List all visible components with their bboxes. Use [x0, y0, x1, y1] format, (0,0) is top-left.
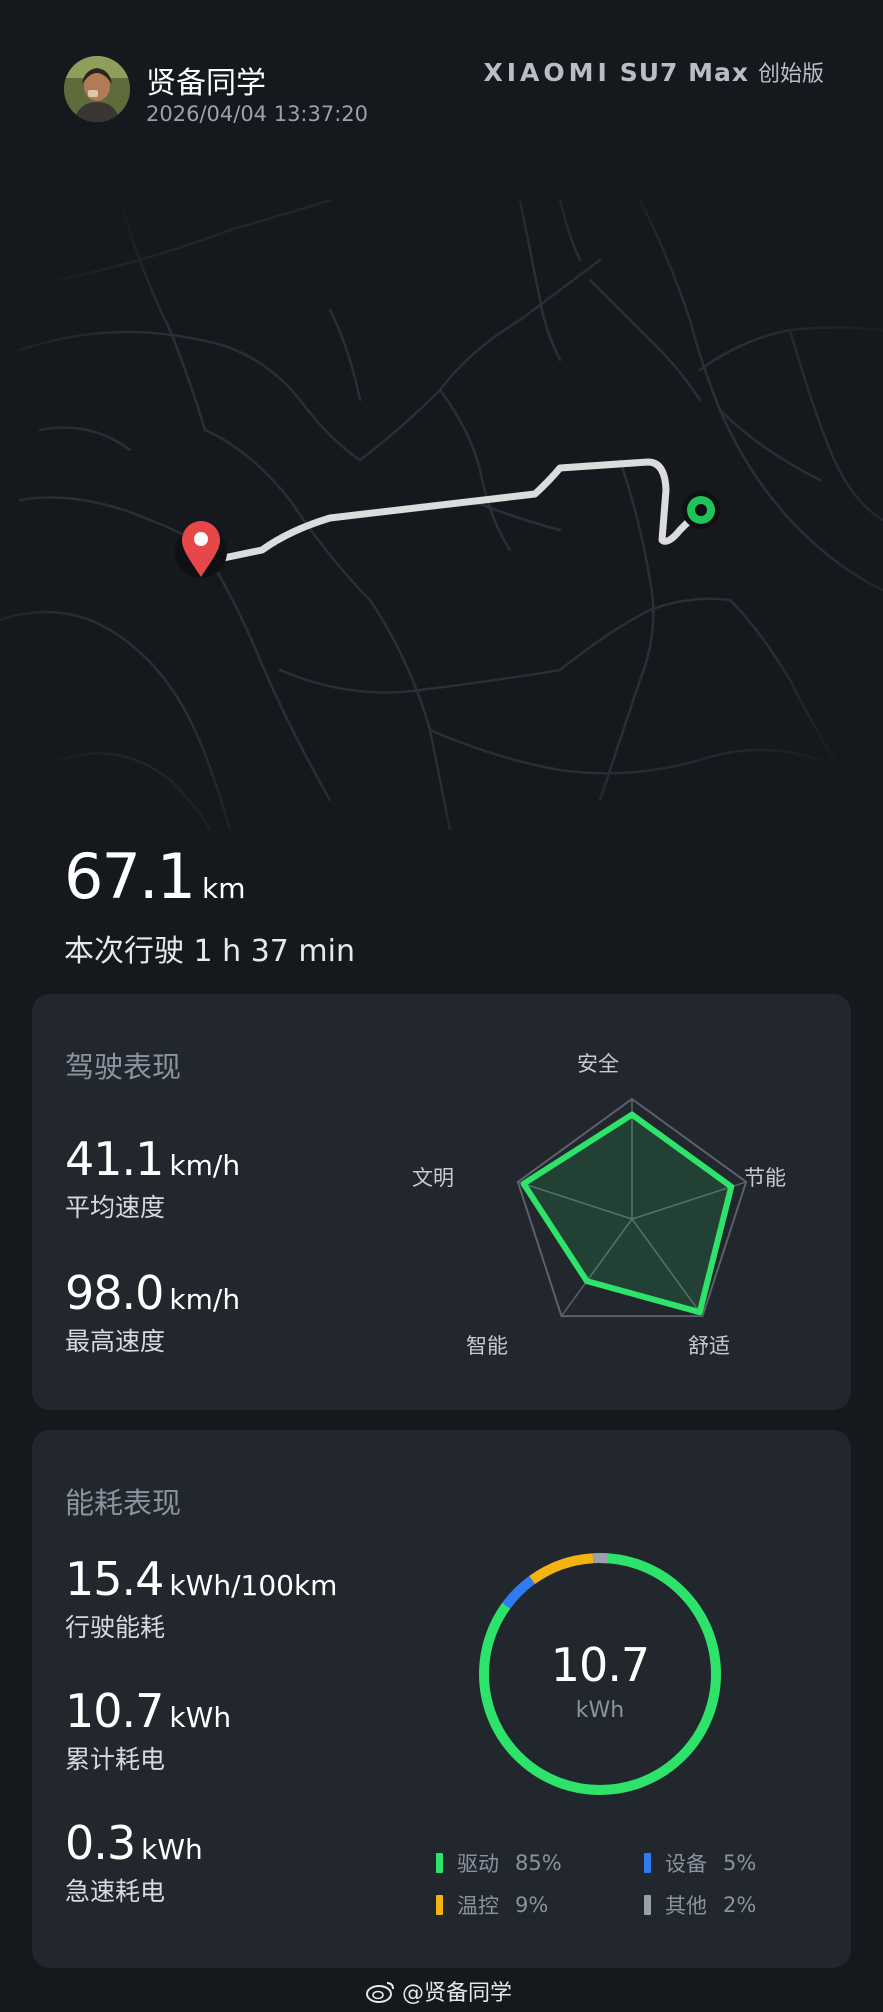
legend-label-drive: 驱动 — [457, 1852, 499, 1876]
user-name: 贤备同学 — [146, 66, 266, 101]
legend-item-climate: 温控 9% — [436, 1890, 548, 1920]
radar-label-safety: 安全 — [577, 1052, 619, 1076]
total-energy-value: 10.7 — [65, 1684, 164, 1738]
start-marker-icon[interactable] — [682, 491, 720, 529]
avg-speed-unit: km/h — [169, 1149, 241, 1182]
radar-label-smart: 智能 — [466, 1334, 508, 1358]
energy-performance-card[interactable]: 能耗表现 15.4 kWh/100km 行驶能耗 10.7 kWh 累计耗电 0.3… — [32, 1430, 851, 1968]
legend-item-drive: 驱动 85% — [436, 1848, 562, 1878]
consumption-label: 行驶能耗 — [65, 1613, 166, 1642]
total-energy-stat: 10.7 kWh 累计耗电 — [65, 1684, 231, 1776]
donut-center-unit: kWh — [575, 1698, 625, 1723]
radar-score-polygon — [520, 1111, 735, 1316]
distance-value: 67.1 — [64, 840, 196, 913]
legend-pct-climate: 9% — [515, 1893, 549, 1917]
brand-logo: XIAOMI — [483, 58, 611, 87]
driving-performance-card[interactable]: 驾驶表现 41.1 km/h 平均速度 98.0 km/h 最高速度 安全 节能 舒… — [32, 994, 851, 1410]
legend-swatch-climate — [436, 1895, 443, 1915]
trip-timestamp: 2026/04/04 13:37:20 — [146, 102, 369, 126]
driving-card-title: 驾驶表现 — [65, 1050, 182, 1084]
consumption-unit: kWh/100km — [169, 1569, 338, 1602]
accel-energy-stat: 0.3 kWh 急速耗电 — [65, 1816, 203, 1908]
legend-label-device: 设备 — [665, 1852, 707, 1876]
accel-energy-unit: kWh — [141, 1833, 203, 1866]
trip-duration: 本次行驶 1 h 37 min — [64, 934, 355, 969]
watermark-text: @贤备同学 — [402, 1981, 513, 2006]
trip-header: 贤备同学 2026/04/04 13:37:20 XIAOMI SU7 Max … — [64, 56, 824, 130]
legend-item-other: 其他 2% — [644, 1890, 756, 1920]
brand-edition: 创始版 — [757, 62, 824, 87]
driving-radar-chart — [516, 1097, 748, 1318]
legend-pct-drive: 85% — [515, 1851, 562, 1875]
max-speed-label: 最高速度 — [65, 1327, 166, 1356]
consumption-stat: 15.4 kWh/100km 行驶能耗 — [65, 1552, 337, 1644]
legend-item-device: 设备 5% — [644, 1848, 756, 1878]
legend-label-other: 其他 — [665, 1894, 707, 1918]
legend-pct-device: 5% — [723, 1851, 757, 1875]
distance-unit: km — [202, 872, 246, 905]
radar-label-civility: 文明 — [412, 1166, 454, 1190]
brand-label: XIAOMI SU7 Max 创始版 — [483, 56, 824, 88]
radar-label-comfort: 舒适 — [688, 1334, 730, 1358]
energy-card-title: 能耗表现 — [65, 1486, 182, 1520]
brand-model: SU7 Max — [619, 58, 750, 87]
trip-distance: 67.1 km — [64, 840, 246, 913]
total-energy-unit: kWh — [169, 1701, 232, 1734]
legend-swatch-other — [644, 1895, 651, 1915]
max-speed-value: 98.0 — [65, 1266, 164, 1320]
avg-speed-value: 41.1 — [65, 1132, 164, 1186]
legend-pct-other: 2% — [723, 1893, 757, 1917]
weibo-icon — [366, 1982, 394, 2003]
donut-center-value: 10.7 — [550, 1638, 650, 1692]
avg-speed-label: 平均速度 — [65, 1193, 166, 1222]
avg-speed-stat: 41.1 km/h 平均速度 — [65, 1132, 240, 1224]
consumption-value: 15.4 — [65, 1552, 164, 1606]
max-speed-stat: 98.0 km/h 最高速度 — [65, 1266, 240, 1358]
legend-label-climate: 温控 — [457, 1894, 499, 1918]
accel-energy-label: 急速耗电 — [65, 1877, 166, 1906]
legend-swatch-device — [644, 1853, 651, 1873]
accel-energy-value: 0.3 — [65, 1816, 136, 1870]
avatar[interactable] — [64, 56, 130, 122]
total-energy-label: 累计耗电 — [65, 1745, 166, 1774]
radar-label-efficiency: 节能 — [744, 1166, 786, 1190]
legend-swatch-drive — [436, 1853, 443, 1873]
route-map[interactable] — [0, 198, 883, 832]
max-speed-unit: km/h — [169, 1283, 241, 1316]
weibo-watermark: @贤备同学 — [366, 1975, 512, 2007]
